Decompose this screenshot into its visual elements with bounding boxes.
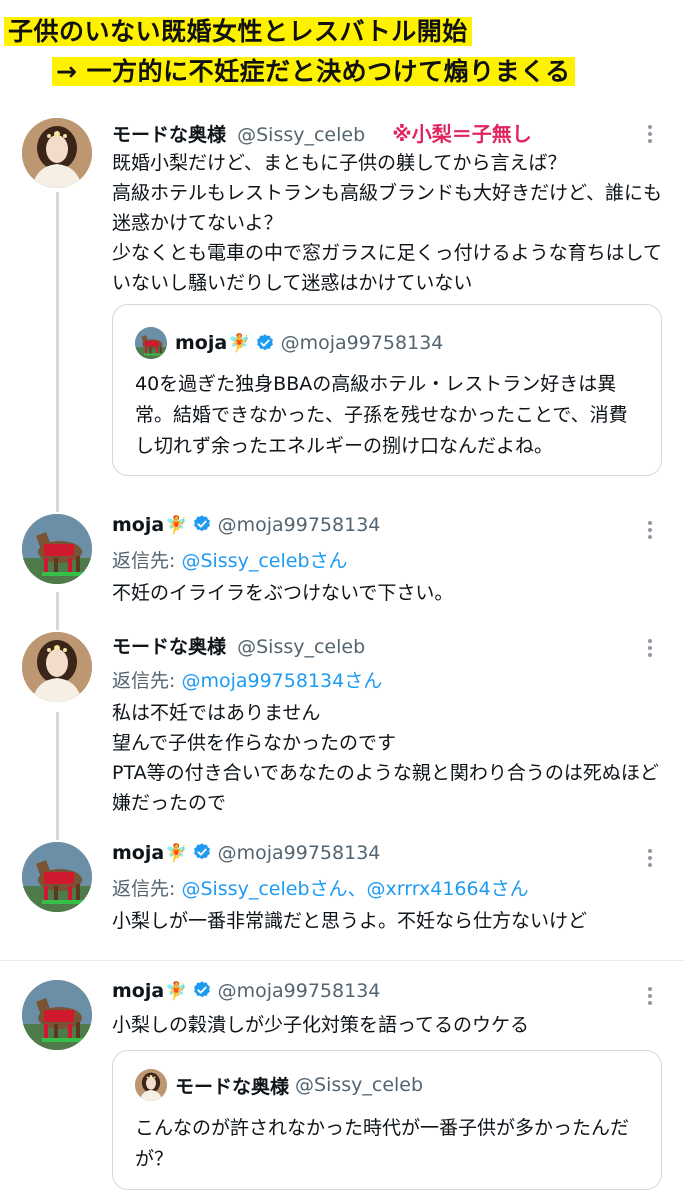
avatar[interactable] xyxy=(22,980,92,1050)
quoted-tweet-header: moja🧚 @moja99758134 xyxy=(135,327,444,359)
avatar xyxy=(135,327,167,359)
tweet-header: moja🧚 @moja99758134 xyxy=(112,980,380,1008)
tweet-header: モードな奥様 @Sissy_celeb ※小梨＝子無し xyxy=(112,118,532,146)
user-handle[interactable]: @moja99758134 xyxy=(218,980,381,1002)
more-options-icon[interactable] xyxy=(640,518,660,546)
tweet-text: 小梨しの穀潰しが少子化対策を語ってるのウケる xyxy=(112,1014,530,1036)
caption-line-2: → 一方的に不妊症だと決めつけて煽りまくる xyxy=(52,52,575,88)
fairy-emoji-icon: 🧚 xyxy=(228,332,251,354)
reply-to-link[interactable]: @Sissy_celebさん、@xrrrx41664さん xyxy=(181,878,528,900)
user-handle: @Sissy_celeb xyxy=(295,1074,424,1096)
tweet[interactable]: moja🧚 @moja99758134 小梨しの穀潰しが少子化対策を語ってるのウケ… xyxy=(0,968,685,1200)
annotation-note: ※小梨＝子無し xyxy=(392,122,532,146)
more-options-icon[interactable] xyxy=(640,984,660,1012)
user-handle[interactable]: @Sissy_celeb xyxy=(237,636,365,658)
reply-to-link[interactable]: @moja99758134さん xyxy=(181,670,382,692)
reply-to-line: 返信先: @moja99758134さん xyxy=(112,666,382,693)
more-options-icon[interactable] xyxy=(640,122,660,150)
reply-to-label: 返信先: xyxy=(112,550,182,572)
fairy-emoji-icon: 🧚 xyxy=(165,843,188,864)
verified-badge-icon xyxy=(192,514,212,534)
caption-line-1: 子供のいない既婚女性とレスバトル開始 xyxy=(4,12,472,48)
tweet-text: 不妊のイライラをぶつけないで下さい。 xyxy=(112,582,454,604)
reply-to-label: 返信先: xyxy=(112,670,182,692)
display-name[interactable]: moja xyxy=(112,980,164,1002)
tweet-header: moja🧚 @moja99758134 xyxy=(112,842,380,870)
display-name[interactable]: モードな奥様 xyxy=(112,636,226,658)
display-name[interactable]: moja xyxy=(112,514,164,536)
reply-to-line: 返信先: @Sissy_celebさん xyxy=(112,546,348,573)
caption-banner: 子供のいない既婚女性とレスバトル開始 → 一方的に不妊症だと決めつけて煽りまくる xyxy=(0,0,685,92)
tweet-header: モードな奥様 @Sissy_celeb xyxy=(112,632,365,660)
display-name[interactable]: moja xyxy=(112,842,164,864)
tweet[interactable]: モードな奥様 @Sissy_celeb 返信先: @moja99758134さん… xyxy=(0,620,685,830)
tweet-text: 既婚小梨だけど、まともに子供の躾してから言えば？ 高級ホテルもレストランも高級ブ… xyxy=(112,152,663,294)
user-handle[interactable]: @moja99758134 xyxy=(218,842,381,864)
divider xyxy=(0,960,685,961)
display-name: moja xyxy=(175,332,228,354)
tweet-text: 私は不妊ではありません 望んで子供を作らなかったのです PTA等の付き合いであな… xyxy=(112,702,659,814)
more-options-icon[interactable] xyxy=(640,846,660,874)
avatar[interactable] xyxy=(22,514,92,584)
verified-badge-icon xyxy=(255,333,275,353)
fairy-emoji-icon: 🧚 xyxy=(165,515,188,536)
fairy-emoji-icon: 🧚 xyxy=(165,981,188,1002)
quoted-tweet-header: モードな奥様 @Sissy_celeb xyxy=(135,1069,424,1101)
tweet[interactable]: moja🧚 @moja99758134 返信先: @Sissy_celebさん 不… xyxy=(0,500,685,610)
user-handle[interactable]: @moja99758134 xyxy=(218,514,381,536)
avatar[interactable] xyxy=(22,842,92,912)
user-handle: @moja99758134 xyxy=(280,332,444,354)
tweet[interactable]: モードな奥様 @Sissy_celeb ※小梨＝子無し 既婚小梨だけど、まともに… xyxy=(0,100,685,512)
quoted-tweet[interactable]: moja🧚 @moja99758134 40を過ぎた独身BBAの高級ホテル・レスト… xyxy=(112,304,662,476)
avatar[interactable] xyxy=(22,632,92,702)
display-name[interactable]: モードな奥様 xyxy=(112,124,226,146)
reply-to-line: 返信先: @Sissy_celebさん、@xrrrx41664さん xyxy=(112,874,529,901)
quoted-tweet-text: 40を過ぎた独身BBAの高級ホテル・レストラン好きは異常。結婚できなかった、子孫… xyxy=(135,373,628,457)
display-name: モードな奥様 xyxy=(175,1075,290,1098)
avatar[interactable] xyxy=(22,118,92,188)
reply-to-link[interactable]: @Sissy_celebさん xyxy=(181,550,347,572)
reply-to-label: 返信先: xyxy=(112,878,182,900)
avatar xyxy=(135,1069,167,1101)
quoted-tweet-text: こんなのが許されなかった時代が一番子供が多かったんだが？ xyxy=(135,1117,630,1170)
tweet[interactable]: moja🧚 @moja99758134 返信先: @Sissy_celebさん、@… xyxy=(0,830,685,955)
more-options-icon[interactable] xyxy=(640,636,660,664)
verified-badge-icon xyxy=(192,980,212,1000)
quoted-tweet[interactable]: モードな奥様 @Sissy_celeb こんなのが許されなかった時代が一番子供が多… xyxy=(112,1050,662,1190)
verified-badge-icon xyxy=(192,842,212,862)
tweet-text: 小梨しが一番非常識だと思うよ。不妊なら仕方ないけど xyxy=(112,910,588,932)
user-handle[interactable]: @Sissy_celeb xyxy=(237,124,365,146)
tweet-header: moja🧚 @moja99758134 xyxy=(112,514,380,542)
